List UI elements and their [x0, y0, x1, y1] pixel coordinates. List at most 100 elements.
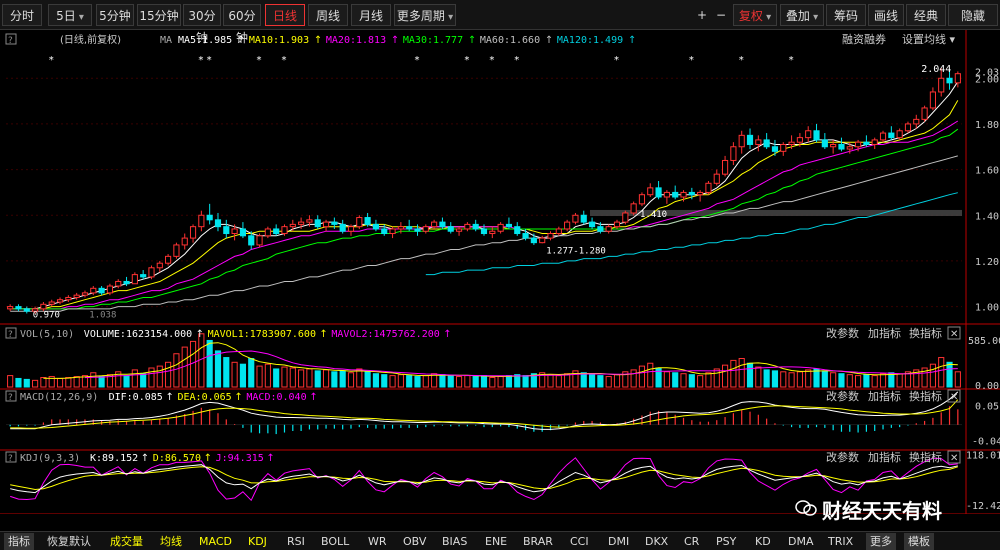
- tab-reset[interactable]: 恢复默认: [47, 533, 91, 550]
- candle-body: [763, 139, 770, 148]
- tab-volume[interactable]: 成交量: [110, 533, 143, 550]
- volume-bar: [805, 369, 812, 388]
- help-icon-glyph: ?: [8, 454, 13, 464]
- volume-bar: [372, 373, 380, 388]
- price-panel: * * * * * * * * * * * * * 2.044 1.277-1.280 1.410 0.970 1…: [7, 55, 961, 320]
- stock-chart[interactable]: * * * * * * * * * * * * * 2.044 1.277-1.280 1.410 0.970 1…: [0, 30, 1000, 514]
- zoom-in-button[interactable]: +: [693, 4, 711, 26]
- tab-obv[interactable]: OBV: [403, 533, 426, 550]
- volume-bar: [688, 374, 695, 388]
- candle-body: [746, 134, 754, 145]
- candle-body: [389, 228, 396, 235]
- tab-brar[interactable]: BRAR: [523, 533, 553, 550]
- volume-bar: [98, 376, 105, 388]
- classic-button[interactable]: 经典: [906, 4, 946, 26]
- volume-bar: [630, 369, 637, 388]
- tab-dma[interactable]: DMA: [788, 533, 814, 550]
- volume-bar: [879, 373, 887, 388]
- volume-bar: [239, 363, 246, 388]
- volume-bar: [214, 350, 222, 388]
- tab-rsi[interactable]: RSI: [287, 533, 305, 550]
- tab-dkx[interactable]: DKX: [645, 533, 668, 550]
- volume-bar: [298, 369, 305, 388]
- legend-value: DIF:0.085: [109, 392, 163, 403]
- volume-bar: [455, 376, 463, 388]
- volume-bar: [406, 375, 413, 388]
- tab-macd[interactable]: MACD: [199, 533, 232, 550]
- tab-wr[interactable]: WR: [368, 533, 387, 550]
- tab-indicators[interactable]: 指标: [4, 533, 34, 550]
- tab-30min[interactable]: 30分钟: [183, 4, 221, 45]
- tab-cr[interactable]: CR: [684, 533, 699, 550]
- volume-bar: [73, 376, 80, 388]
- candle-body: [705, 182, 712, 193]
- candle-body: [81, 292, 89, 296]
- candle-body: [214, 219, 222, 228]
- candle-body: [56, 299, 64, 303]
- tab-5day[interactable]: 5日: [48, 4, 92, 26]
- volume-bar: [755, 366, 762, 388]
- candle-body: [7, 306, 14, 310]
- tab-kdj[interactable]: KDJ: [248, 533, 267, 550]
- star-marker: *: [464, 55, 469, 66]
- tab-template[interactable]: 模板: [904, 533, 934, 550]
- tab-boll[interactable]: BOLL: [321, 533, 349, 550]
- tab-ma[interactable]: 均线: [160, 533, 182, 550]
- volume-bar: [256, 365, 263, 388]
- tab-ene[interactable]: ENE: [485, 533, 507, 550]
- candle-body: [381, 228, 388, 235]
- up-arrow-icon: ↑: [545, 35, 553, 46]
- candle-body: [306, 219, 313, 223]
- tab-daily[interactable]: 日线: [265, 4, 305, 26]
- hide-button[interactable]: 隐藏: [948, 4, 998, 26]
- volume-bar: [165, 361, 172, 388]
- volume-bar: [871, 375, 878, 388]
- overlay-button[interactable]: 叠加: [780, 4, 824, 26]
- candle-body: [298, 221, 305, 225]
- candle-body: [771, 146, 779, 152]
- tab-kd[interactable]: KD: [755, 533, 771, 550]
- star-marker: *: [49, 55, 54, 66]
- tab-dmi[interactable]: DMI: [608, 533, 629, 550]
- volume-bar: [156, 365, 163, 388]
- volume-bar: [597, 375, 604, 388]
- tab-monthly[interactable]: 月线: [351, 4, 391, 26]
- kdj-close-glyph: ✕: [950, 453, 958, 464]
- tab-cci[interactable]: CCI: [570, 533, 589, 550]
- legend-label: VOL(5,10): [20, 329, 74, 340]
- tab-5min[interactable]: 5分钟: [96, 4, 134, 26]
- kdj-tick-label: 118.01: [966, 451, 1000, 462]
- candle-body: [514, 226, 521, 235]
- ma-label: MA: [160, 35, 172, 46]
- volume-bar: [830, 372, 837, 388]
- tab-weekly[interactable]: 周线: [308, 4, 348, 26]
- tab-60min[interactable]: 60分钟: [223, 4, 261, 45]
- tab-bias[interactable]: BIAS: [442, 533, 467, 550]
- ma-value: MA120:1.499: [557, 35, 623, 46]
- chips-button[interactable]: 筹码: [826, 4, 866, 26]
- tab-15min[interactable]: 15分钟: [137, 4, 181, 26]
- volume-bar: [697, 375, 704, 388]
- vol-close-glyph: ✕: [950, 329, 958, 340]
- draw-button[interactable]: 画线: [868, 4, 904, 26]
- kdj-edit-params-button: 改参数: [826, 450, 859, 464]
- star-marker: *: [281, 55, 286, 66]
- tab-trix[interactable]: TRIX: [828, 533, 853, 550]
- candle-body: [397, 226, 404, 230]
- tab-psy[interactable]: PSY: [716, 533, 736, 550]
- tab-more[interactable]: 更多: [866, 533, 896, 550]
- adjust-button[interactable]: 复权: [733, 4, 777, 26]
- volume-bar: [580, 372, 587, 388]
- up-arrow-icon: ↑: [443, 329, 451, 340]
- candle-body: [630, 203, 637, 214]
- volume-bar: [281, 366, 288, 388]
- candle-body: [613, 221, 621, 228]
- zoom-out-button[interactable]: −: [712, 4, 730, 26]
- tab-intraday[interactable]: 分时: [2, 4, 42, 26]
- tab-more-periods[interactable]: 更多周期: [394, 4, 456, 26]
- set-ma-link: 设置均线 ▾: [902, 32, 955, 46]
- candle-body: [148, 267, 155, 278]
- volume-bar: [356, 368, 363, 388]
- up-arrow-icon: ↑: [204, 453, 212, 464]
- volume-bar: [522, 375, 529, 388]
